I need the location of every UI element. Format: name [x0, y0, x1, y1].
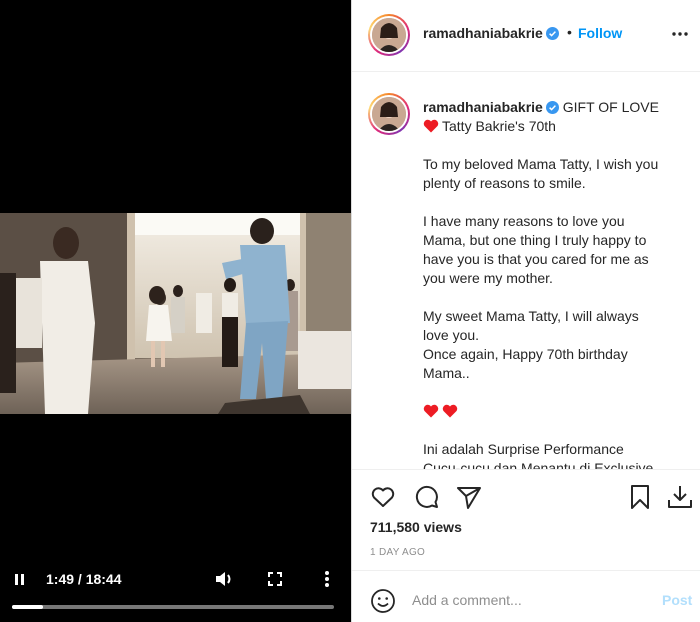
download-button[interactable] [666, 483, 694, 511]
video-player[interactable]: 1:49 / 18:44 [0, 0, 351, 622]
caption-username[interactable]: ramadhaniabakrie [423, 99, 543, 115]
comment-bar: Post [352, 572, 700, 622]
caption-paragraph-4: Ini adalah Surprise Performance Cucu-cuc… [423, 441, 654, 470]
follow-button[interactable]: Follow [578, 25, 622, 41]
caption-paragraph-2: I have many reasons to love you Mama, bu… [423, 213, 649, 286]
fullscreen-button[interactable] [264, 569, 286, 589]
post-actions: 711,580 views 1 DAY AGO [352, 471, 700, 571]
emoji-smile-icon [371, 589, 395, 613]
caption-hearts [423, 402, 685, 421]
header-username[interactable]: ramadhaniabakrie [423, 25, 559, 41]
bookmark-icon [631, 485, 649, 509]
caption-paragraph-3: My sweet Mama Tatty, I will always love … [423, 308, 639, 381]
paper-plane-icon [457, 487, 481, 509]
pause-icon [15, 574, 18, 585]
post-header: ramadhaniabakrie • Follow [352, 0, 700, 72]
video-progress-fill [12, 605, 44, 609]
red-heart-emoji-icon [423, 119, 439, 133]
post-date[interactable]: 1 DAY AGO [370, 547, 425, 558]
fullscreen-icon [268, 572, 282, 586]
profile-photo [372, 97, 406, 131]
volume-icon [216, 572, 231, 586]
avatar[interactable] [368, 14, 410, 56]
caption-text: ramadhaniabakrie GIFT OF LOVE Tatty Bakr… [423, 98, 685, 470]
emoji-button[interactable] [370, 588, 396, 614]
more-horizontal-icon [672, 32, 688, 36]
profile-photo [372, 18, 406, 52]
verified-badge-icon [545, 27, 559, 40]
like-button[interactable] [369, 483, 397, 511]
verified-badge-icon [545, 101, 559, 114]
post-comment-button[interactable]: Post [662, 592, 692, 608]
red-heart-emoji-icon [442, 404, 458, 418]
post-options-button[interactable] [670, 26, 690, 42]
share-button[interactable] [455, 483, 483, 511]
video-controls: 1:49 / 18:44 [0, 560, 351, 622]
heart-icon [371, 487, 395, 507]
pause-button[interactable] [13, 572, 29, 588]
comment-icon [415, 485, 438, 508]
save-button[interactable] [626, 483, 654, 511]
volume-button[interactable] [213, 569, 235, 589]
post-panel: ramadhaniabakrie • Follow ramadhaniabakr… [351, 0, 700, 622]
red-heart-emoji-icon [423, 404, 439, 418]
video-progress-bar[interactable] [12, 605, 334, 609]
video-frame[interactable] [0, 213, 351, 414]
comment-input[interactable] [412, 589, 652, 611]
video-time: 1:49 / 18:44 [46, 571, 122, 587]
video-still-image [0, 213, 351, 414]
caption-avatar[interactable] [368, 93, 410, 135]
separator-dot: • [567, 24, 572, 40]
view-count[interactable]: 711,580 views [370, 519, 462, 535]
caption-subtitle: Tatty Bakrie's 70th [442, 118, 556, 134]
comment-button[interactable] [413, 483, 441, 511]
caption-paragraph-1: To my beloved Mama Tatty, I wish you ple… [423, 156, 659, 191]
caption-title: GIFT OF LOVE [562, 99, 659, 115]
caption-area[interactable]: ramadhaniabakrie GIFT OF LOVE Tatty Bakr… [352, 72, 700, 470]
video-more-button[interactable] [316, 569, 338, 589]
more-vertical-icon [325, 571, 329, 587]
download-icon [668, 486, 692, 508]
